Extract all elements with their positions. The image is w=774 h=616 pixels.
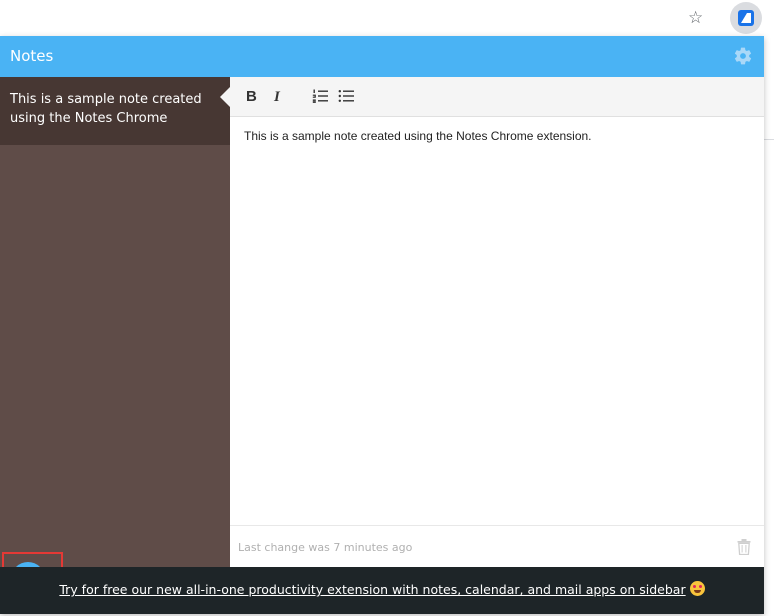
promo-link-text: Try for free our new all-in-one producti… — [59, 582, 686, 597]
promo-banner: Try for free our new all-in-one producti… — [0, 567, 764, 614]
trash-icon[interactable] — [737, 539, 751, 555]
browser-toolbar: ☆ ⋮ — [0, 0, 774, 36]
promo-link[interactable]: Try for free our new all-in-one producti… — [0, 581, 764, 597]
note-list-item[interactable]: This is a sample note created using the … — [0, 77, 230, 145]
popup-header: Notes — [0, 36, 764, 77]
bold-button[interactable]: B — [246, 87, 257, 107]
notes-popup: Notes This is a sample note created usin… — [0, 36, 764, 614]
note-content[interactable]: This is a sample note created using the … — [244, 129, 592, 143]
formatting-toolbar: B I — [230, 77, 764, 117]
selected-note-pointer — [220, 87, 230, 107]
last-change-status: Last change was 7 minutes ago — [238, 541, 413, 554]
notes-extension-button[interactable] — [730, 2, 762, 34]
unordered-list-icon[interactable] — [338, 88, 354, 104]
ordered-list-icon[interactable] — [312, 88, 328, 104]
browser-menu-icon[interactable]: ⋮ — [768, 8, 774, 28]
background-page-edge — [764, 36, 774, 140]
bookmark-star-icon[interactable]: ☆ — [688, 8, 703, 28]
gear-icon[interactable] — [733, 46, 753, 66]
note-preview: This is a sample note created using the … — [10, 92, 202, 126]
italic-button[interactable]: I — [274, 87, 280, 107]
app-title: Notes — [10, 47, 54, 65]
note-editor: B I This is a sample note created using … — [230, 77, 764, 567]
notes-extension-icon — [738, 10, 754, 26]
star-struck-emoji-icon — [689, 581, 705, 596]
notes-sidebar: This is a sample note created using the … — [0, 77, 230, 602]
editor-footer: Last change was 7 minutes ago — [230, 525, 764, 567]
